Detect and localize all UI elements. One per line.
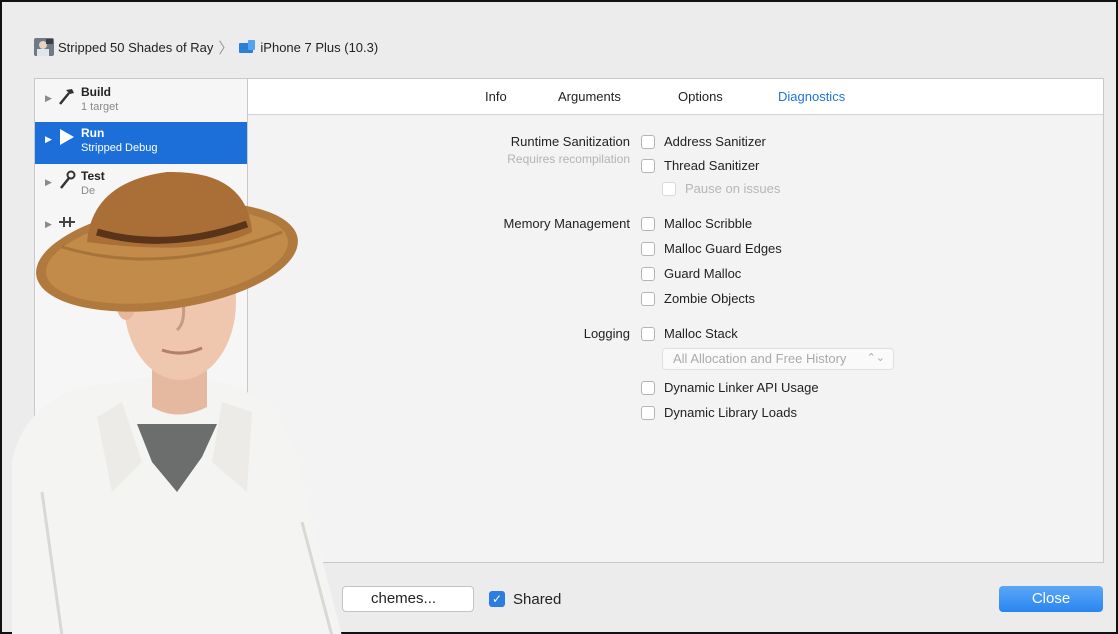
tab-options[interactable]: Options — [678, 89, 723, 104]
option-label: Pause on issues — [685, 181, 781, 196]
option-label: Guard Malloc — [664, 266, 742, 281]
malloc-guard-edges-option[interactable]: Malloc Guard Edges — [641, 241, 782, 256]
thread-sanitizer-checkbox[interactable] — [641, 158, 655, 173]
malloc-stack-option[interactable]: Malloc Stack — [641, 326, 738, 341]
sidebar-item-build[interactable]: ▶ Build 1 target — [35, 81, 247, 123]
sidebar-item-subtitle: 1 target — [81, 101, 119, 113]
malloc-stack-checkbox[interactable] — [641, 326, 655, 341]
checkmark-icon: ✓ — [491, 592, 503, 606]
popup-value: All Allocation and Free History — [673, 351, 847, 366]
tab-arguments[interactable]: Arguments — [558, 89, 621, 104]
address-sanitizer-checkbox[interactable] — [641, 134, 655, 149]
option-label: Malloc Stack — [664, 326, 738, 341]
tab-info[interactable]: Info — [485, 89, 507, 104]
tab-bar: Info Arguments Options Diagnostics — [248, 79, 1103, 115]
pause-on-issues-option: Pause on issues — [662, 181, 780, 196]
option-label: Dynamic Linker API Usage — [664, 380, 819, 395]
play-icon — [57, 126, 77, 148]
option-label: Thread Sanitizer — [664, 158, 760, 173]
guard-malloc-checkbox[interactable] — [641, 266, 655, 281]
sidebar-item-subtitle: Stripped Debug — [81, 142, 158, 154]
runtime-sanitization-label: Runtime Sanitization — [510, 134, 630, 149]
shared-checkbox[interactable]: ✓ — [489, 591, 505, 607]
pause-on-issues-checkbox — [662, 181, 676, 196]
malloc-scribble-option[interactable]: Malloc Scribble — [641, 216, 752, 231]
tab-diagnostics[interactable]: Diagnostics — [778, 89, 845, 104]
memory-management-label: Memory Management — [503, 216, 630, 231]
scheme-editor-window: Stripped 50 Shades of Ray 〉 iPhone 7 Plu… — [0, 0, 1118, 634]
malloc-scribble-checkbox[interactable] — [641, 216, 655, 231]
sidebar-item-title: Run — [81, 126, 105, 140]
option-label: Malloc Scribble — [664, 216, 753, 231]
sidebar-item-run[interactable]: ▶ Run Stripped Debug — [35, 122, 247, 164]
hammer-icon — [57, 85, 77, 107]
device-icon — [238, 40, 256, 54]
option-label: Dynamic Library Loads — [664, 405, 797, 420]
address-sanitizer-option[interactable]: Address Sanitizer — [641, 134, 766, 149]
scheme-name[interactable]: Stripped 50 Shades of Ray — [58, 40, 213, 55]
disclosure-triangle-icon[interactable]: ▶ — [45, 134, 55, 145]
up-down-chevron-icon: ⌃⌄ — [866, 352, 885, 364]
zombie-objects-checkbox[interactable] — [641, 291, 655, 306]
breadcrumb: Stripped 50 Shades of Ray 〉 iPhone 7 Plu… — [34, 36, 378, 58]
dynamic-linker-api-usage-checkbox[interactable] — [641, 380, 655, 395]
option-label: Address Sanitizer — [664, 134, 766, 149]
dynamic-library-loads-option[interactable]: Dynamic Library Loads — [641, 405, 797, 420]
shared-label: Shared — [513, 591, 562, 608]
scheme-user-icon — [34, 38, 54, 56]
malloc-stack-history-popup: All Allocation and Free History ⌃⌄ — [662, 348, 894, 370]
zombie-objects-option[interactable]: Zombie Objects — [641, 291, 755, 306]
dynamic-linker-api-usage-option[interactable]: Dynamic Linker API Usage — [641, 380, 819, 395]
thread-sanitizer-option[interactable]: Thread Sanitizer — [641, 158, 759, 173]
malloc-guard-edges-checkbox[interactable] — [641, 241, 655, 256]
close-button[interactable]: Close — [999, 586, 1103, 612]
dynamic-library-loads-checkbox[interactable] — [641, 405, 655, 420]
logging-label: Logging — [583, 326, 630, 341]
device-name[interactable]: iPhone 7 Plus (10.3) — [260, 40, 378, 55]
option-label: Malloc Guard Edges — [664, 241, 782, 256]
option-label: Zombie Objects — [664, 291, 756, 306]
guard-malloc-option[interactable]: Guard Malloc — [641, 266, 741, 281]
breadcrumb-separator: 〉 — [218, 39, 234, 57]
requires-recompilation-note: Requires recompilation — [507, 152, 630, 166]
sidebar-item-title: Build — [81, 85, 111, 99]
presenter-photo — [12, 171, 342, 634]
disclosure-triangle-icon[interactable]: ▶ — [45, 93, 55, 104]
